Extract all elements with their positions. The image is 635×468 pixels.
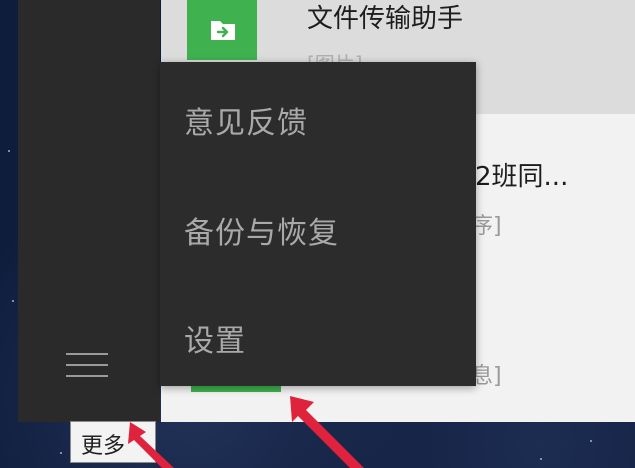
menu-line-icon [66,364,108,366]
sidebar [18,0,160,422]
red-arrow-icon [290,396,364,468]
chat-name: 文件传输助手 [307,4,464,34]
menu-item-backup-restore[interactable]: 备份与恢复 [184,208,339,252]
menu-line-icon [66,375,108,377]
folder-arrow-icon [211,21,235,40]
file-transfer-avatar [187,0,257,60]
chat-avatar [191,386,281,392]
more-menu-button[interactable] [66,344,112,386]
menu-item-feedback[interactable]: 意见反馈 [184,98,308,142]
red-arrow-icon [128,422,174,468]
menu-line-icon [66,353,108,355]
menu-item-settings[interactable]: 设置 [184,316,246,360]
more-popup-menu: 意见反馈 备份与恢复 设置 [160,62,476,386]
